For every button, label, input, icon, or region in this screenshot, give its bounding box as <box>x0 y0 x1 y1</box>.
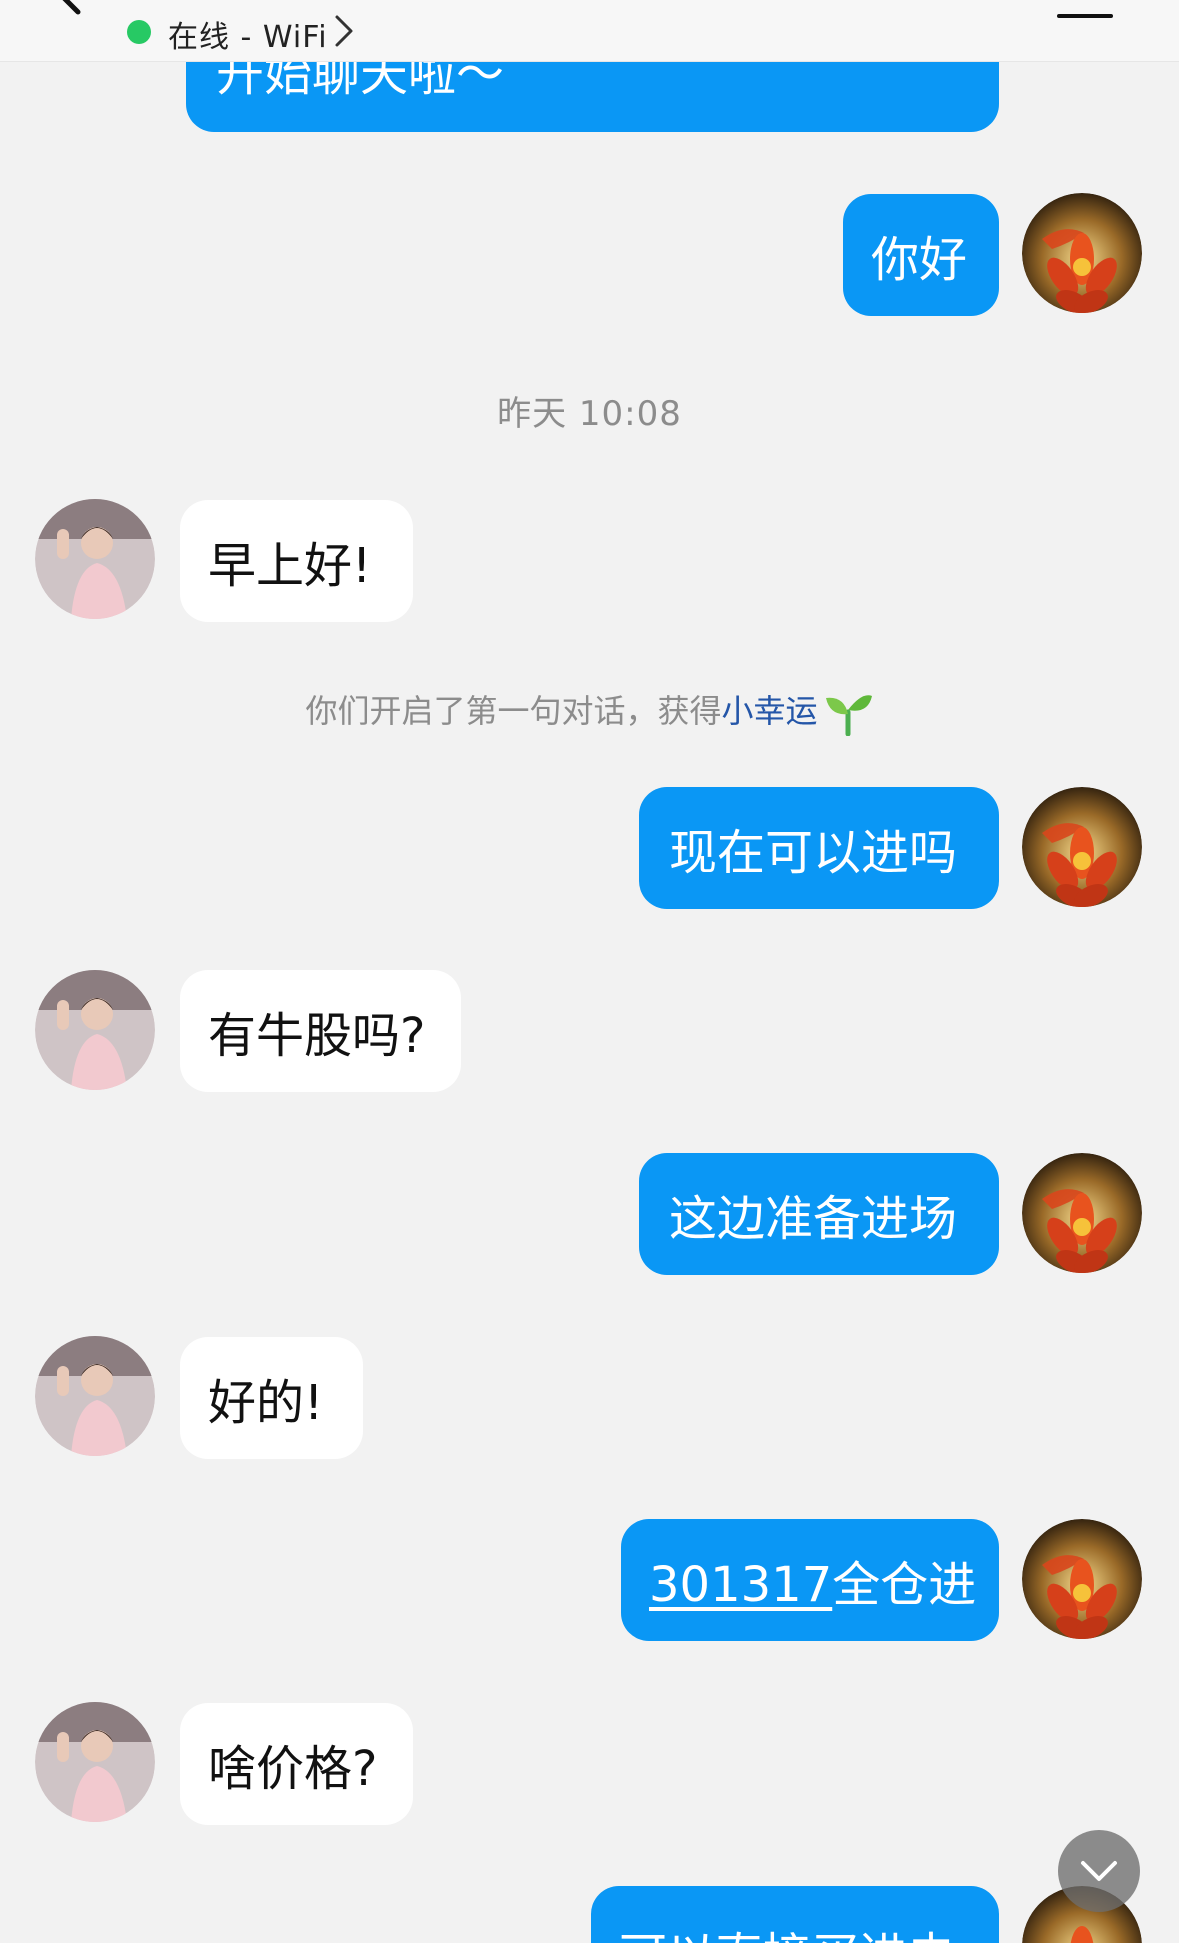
system-notice-text: 你们开启了第一句对话，获得 <box>305 692 722 730</box>
message-bubble-incoming[interactable]: 啥价格? <box>180 1703 413 1825</box>
message-text: 有牛股吗? <box>208 1008 426 1064</box>
stock-code-link[interactable]: 301317 <box>649 1557 832 1613</box>
chevron-right-icon[interactable] <box>333 14 357 48</box>
message-bubble-incoming[interactable]: 有牛股吗? <box>180 970 461 1092</box>
message-bubble-outgoing[interactable]: 你好 <box>843 194 999 316</box>
message-bubble-incoming[interactable]: 早上好! <box>180 500 413 622</box>
girl-photo-avatar-icon <box>35 970 155 1090</box>
message-text: 现在可以进吗 <box>669 825 958 881</box>
my-avatar[interactable] <box>1022 1519 1142 1639</box>
online-status-dot <box>127 20 151 44</box>
message-bubble-incoming[interactable]: 好的! <box>180 1337 363 1459</box>
message-text: 好的! <box>208 1375 324 1431</box>
lucky-badge-link[interactable]: 小幸运 <box>722 692 818 730</box>
message-text: 可以直接买进去 <box>619 1916 955 1943</box>
online-status-text[interactable]: 在线 - WiFi <box>168 12 328 56</box>
girl-photo-avatar-icon <box>35 1702 155 1822</box>
scroll-to-bottom-button[interactable] <box>1058 1830 1140 1912</box>
message-bubble-outgoing[interactable]: 可以直接买进去 <box>591 1886 999 1943</box>
lotus-avatar-icon <box>1022 1153 1142 1273</box>
contact-avatar[interactable] <box>35 1702 155 1822</box>
message-bubble-outgoing[interactable]: 301317全仓进 <box>621 1519 999 1641</box>
lotus-avatar-icon <box>1022 193 1142 313</box>
system-notice: 你们开启了第一句对话，获得小幸运 <box>0 686 1179 736</box>
message-text: 早上好! <box>208 538 372 594</box>
contact-avatar[interactable] <box>35 499 155 619</box>
message-text-suffix: 全仓进 <box>832 1557 977 1613</box>
my-avatar[interactable] <box>1022 787 1142 907</box>
chat-screen: 在线 - WiFi 开始聊天啦～ 你好 昨天 10:08 早上好! 你们开启了第… <box>0 0 1179 1943</box>
chat-header: 在线 - WiFi <box>0 0 1179 62</box>
sprout-icon <box>825 695 872 736</box>
message-bubble-outgoing[interactable]: 现在可以进吗 <box>639 787 999 909</box>
lotus-avatar-icon <box>1022 787 1142 907</box>
my-avatar[interactable] <box>1022 193 1142 313</box>
my-avatar[interactable] <box>1022 1153 1142 1273</box>
chevron-down-icon <box>1081 1861 1117 1881</box>
message-text: 301317全仓进 <box>649 1545 976 1615</box>
hamburger-menu-icon[interactable] <box>1057 0 1113 24</box>
girl-photo-avatar-icon <box>35 499 155 619</box>
message-text: 你好 <box>871 232 968 288</box>
message-bubble-outgoing[interactable]: 这边准备进场 <box>639 1153 999 1275</box>
contact-avatar[interactable] <box>35 970 155 1090</box>
back-chevron-icon[interactable] <box>30 0 90 44</box>
message-text: 这边准备进场 <box>669 1191 958 1247</box>
message-text: 啥价格? <box>208 1741 378 1797</box>
message-timestamp: 昨天 10:08 <box>497 394 682 434</box>
contact-avatar[interactable] <box>35 1336 155 1456</box>
girl-photo-avatar-icon <box>35 1336 155 1456</box>
lotus-avatar-icon <box>1022 1519 1142 1639</box>
